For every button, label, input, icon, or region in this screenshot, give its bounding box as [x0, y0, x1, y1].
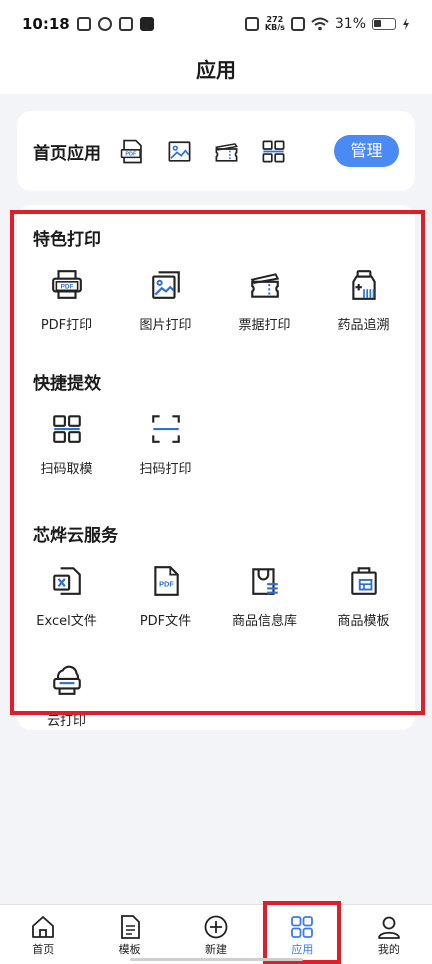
status-right: 272 KB/s 31% — [244, 16, 410, 32]
section-title: 特色打印 — [33, 230, 101, 250]
battery-percent: 31% — [334, 16, 366, 32]
tab-label: 新建 — [205, 943, 228, 956]
app-label: 扫码取模 — [40, 462, 93, 477]
product-template-icon — [350, 567, 377, 595]
app-label: Excel文件 — [36, 614, 97, 629]
section-grid: PDF PDF打印 图片打印 票据打印 药品追溯 — [17, 261, 415, 361]
section-grid: 扫码取模 扫码打印 — [17, 405, 415, 505]
app-label: PDF打印 — [40, 318, 93, 333]
svg-text:PDF: PDF — [159, 579, 174, 588]
medicine-trace-icon — [351, 270, 376, 300]
manage-button[interactable]: 管理 — [334, 135, 399, 167]
app-label: 票据打印 — [238, 318, 291, 333]
app-label: 图片打印 — [139, 318, 192, 333]
status-bar: 10:18 272 KB/s 31% — [0, 0, 432, 48]
page-title: 应用 — [0, 48, 432, 94]
sim-off-icon — [290, 17, 305, 31]
tiktok-icon — [139, 17, 154, 31]
tab-label: 应用 — [291, 943, 314, 956]
pdf-file-icon: PDF — [153, 566, 179, 596]
app-label: 商品信息库 — [231, 614, 297, 629]
home-icon — [32, 916, 55, 938]
product-library-icon — [251, 568, 278, 595]
app-cloud-print[interactable]: 云打印 — [17, 657, 116, 757]
tab-template[interactable]: 模板 — [86, 905, 172, 964]
clock: 10:18 — [22, 15, 70, 33]
app-pdf-file[interactable]: PDF PDF文件 — [116, 557, 215, 657]
home-apps-title: 首页应用 — [33, 143, 101, 164]
template-icon — [120, 915, 140, 939]
mail-icon — [76, 17, 91, 31]
battery-icon — [372, 18, 396, 30]
scan-print-icon — [151, 415, 180, 443]
tab-label: 模板 — [118, 943, 141, 956]
ticket-print-icon — [250, 273, 279, 298]
scan-template-icon[interactable] — [260, 138, 287, 165]
app-label: 云打印 — [46, 714, 86, 729]
image-icon[interactable] — [166, 138, 193, 165]
section-featured-print: 特色打印 PDF PDF打印 图片打印 票据打印 药品追溯 — [17, 211, 415, 343]
app-medicine-trace[interactable]: 药品追溯 — [314, 261, 413, 361]
crown-icon — [118, 17, 133, 31]
apps-icon — [291, 916, 314, 938]
app-label: 扫码打印 — [139, 462, 192, 477]
charging-icon — [403, 18, 409, 30]
app-product-template[interactable]: 商品模板 — [314, 557, 413, 657]
app-label: PDF文件 — [139, 614, 192, 629]
app-product-library[interactable]: 商品信息库 — [215, 557, 314, 657]
section-cloud-service: 芯烨云服务 Excel文件 PDF PDF文件 商品信息库 商品模板 云打印 — [17, 507, 415, 730]
cloud-print-icon — [52, 665, 81, 695]
home-apps-icons: PDF — [119, 138, 287, 165]
app-pdf-print[interactable]: PDF PDF打印 — [17, 261, 116, 361]
network-speed-unit: KB/s — [264, 23, 285, 32]
app-image-print[interactable]: 图片打印 — [116, 261, 215, 361]
app-label: 药品追溯 — [337, 318, 390, 333]
excel-file-icon — [52, 567, 81, 595]
section-grid: Excel文件 PDF PDF文件 商品信息库 商品模板 云打印 — [17, 557, 415, 757]
svg-text:PDF: PDF — [125, 151, 137, 157]
vibrate-icon — [244, 17, 259, 31]
leaf-icon — [97, 17, 112, 31]
tab-new[interactable]: 新建 — [173, 905, 259, 964]
scan-template-icon — [52, 415, 81, 443]
home-indicator — [130, 958, 303, 961]
tab-home[interactable]: 首页 — [0, 905, 86, 964]
app-excel-file[interactable]: Excel文件 — [17, 557, 116, 657]
plus-circle-icon — [204, 915, 228, 939]
wifi-icon — [311, 17, 329, 31]
app-label: 商品模板 — [337, 614, 390, 629]
section-title: 快捷提效 — [33, 374, 101, 394]
pdf-icon[interactable]: PDF — [119, 138, 146, 165]
section-title: 芯烨云服务 — [33, 526, 118, 546]
status-left: 10:18 — [22, 15, 154, 33]
home-apps-card: 首页应用 PDF 管理 — [17, 111, 415, 191]
tab-label: 我的 — [377, 943, 400, 956]
tab-label: 首页 — [32, 943, 55, 956]
app-scan-template[interactable]: 扫码取模 — [17, 405, 116, 505]
tab-apps[interactable]: 应用 — [259, 905, 345, 964]
network-speed: 272 KB/s — [265, 16, 285, 32]
user-icon — [377, 916, 400, 939]
app-ticket-print[interactable]: 票据打印 — [215, 261, 314, 361]
app-scan-print[interactable]: 扫码打印 — [116, 405, 215, 505]
tab-bar: 首页 模板 新建 应用 我的 — [0, 904, 432, 964]
ticket-icon[interactable] — [213, 138, 240, 165]
svg-text:PDF: PDF — [60, 284, 73, 291]
pdf-print-icon: PDF — [51, 270, 82, 299]
section-quick-efficiency: 快捷提效 扫码取模 扫码打印 — [17, 355, 415, 495]
image-print-icon — [151, 271, 180, 299]
tab-mine[interactable]: 我的 — [346, 905, 432, 964]
